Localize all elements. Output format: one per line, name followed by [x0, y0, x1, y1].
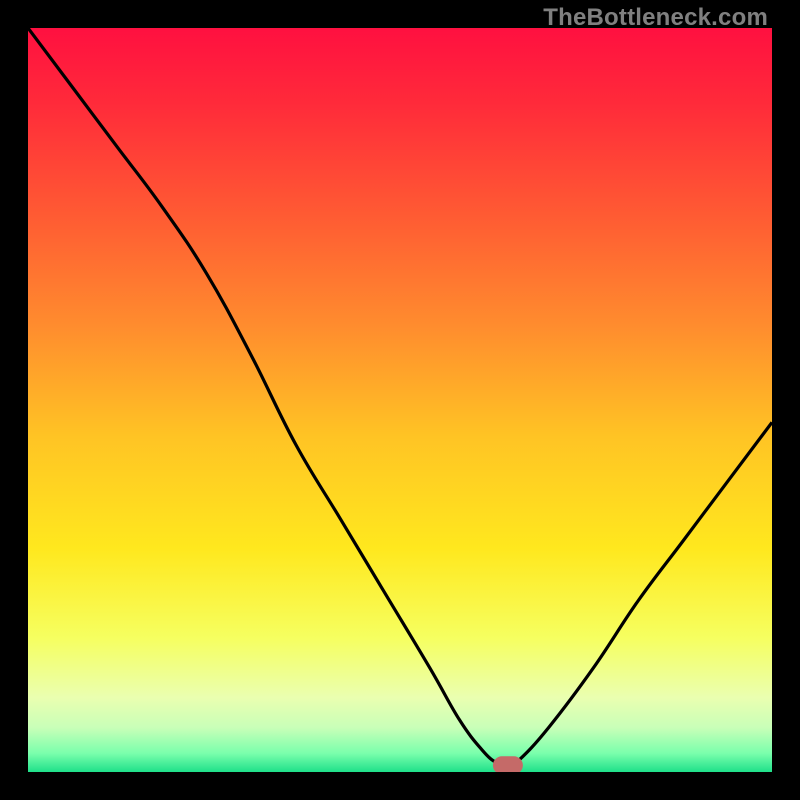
chart-stage: TheBottleneck.com [0, 0, 800, 800]
optimum-marker [493, 756, 523, 772]
bottleneck-chart [28, 28, 772, 772]
gradient-background [28, 28, 772, 772]
plot-area [28, 28, 772, 772]
